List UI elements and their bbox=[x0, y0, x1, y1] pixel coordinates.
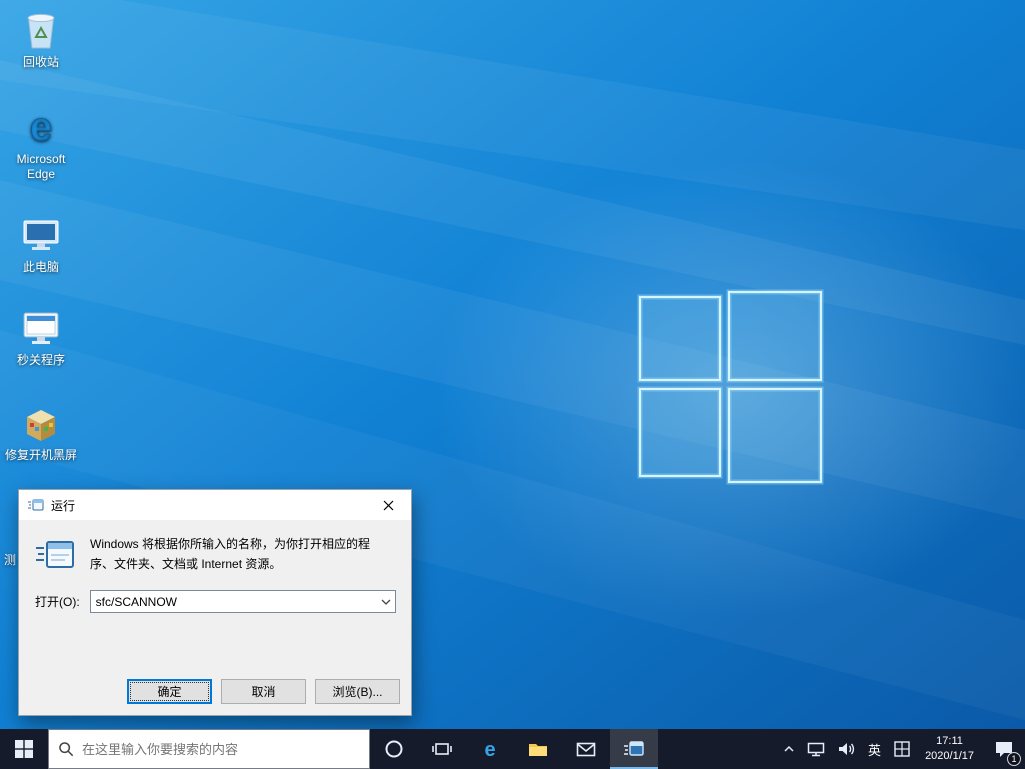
desktop-icon-recycle-bin[interactable]: 回收站 bbox=[2, 8, 80, 70]
cortana-icon bbox=[385, 740, 403, 758]
run-dialog-title: 运行 bbox=[51, 498, 76, 513]
search-input[interactable] bbox=[82, 741, 360, 757]
tray-network[interactable] bbox=[801, 729, 831, 769]
tray-ime[interactable] bbox=[888, 729, 916, 769]
taskbar-item-edge[interactable]: e bbox=[466, 729, 514, 769]
ime-grid-icon bbox=[894, 741, 910, 757]
taskbar-item-file-explorer[interactable] bbox=[514, 729, 562, 769]
close-icon bbox=[383, 500, 394, 510]
recycle-bin-icon bbox=[27, 13, 55, 49]
taskbar-search-box[interactable] bbox=[48, 729, 370, 769]
taskbar: e bbox=[0, 729, 1025, 769]
svg-text:e: e bbox=[30, 105, 52, 149]
run-dialog-titlebar[interactable]: 运行 bbox=[19, 490, 411, 520]
run-icon-large bbox=[36, 541, 74, 568]
run-window-icon bbox=[624, 741, 644, 756]
tray-clock[interactable]: 17:11 2020/1/17 bbox=[916, 729, 983, 769]
speaker-icon bbox=[839, 743, 855, 755]
tray-language-indicator[interactable]: 英 bbox=[861, 729, 888, 769]
close-button[interactable] bbox=[366, 490, 411, 520]
combobox-dropdown-button[interactable] bbox=[377, 591, 395, 612]
windows-start-icon bbox=[15, 740, 33, 758]
cancel-button[interactable]: 取消 bbox=[221, 679, 306, 704]
program-monitor-icon bbox=[23, 312, 59, 344]
desktop-icon-label: Microsoft Edge bbox=[16, 152, 66, 181]
chevron-down-icon bbox=[381, 599, 391, 605]
run-dialog: 运行 Windows 将根据你所输入的名称，为你打开相应的程序、文件夹、文档或 … bbox=[18, 489, 412, 716]
run-icon bbox=[28, 499, 44, 511]
ok-button[interactable]: 确定 bbox=[127, 679, 212, 704]
desktop-icon-label: 修复开机黑屏 bbox=[4, 448, 77, 462]
taskbar-apps: e bbox=[370, 729, 658, 769]
action-center-button[interactable]: 1 bbox=[983, 729, 1025, 769]
svg-text:e: e bbox=[484, 739, 495, 760]
search-icon bbox=[59, 742, 74, 757]
desktop-icon-microsoft-edge[interactable]: e Microsoft Edge bbox=[2, 105, 80, 182]
start-button[interactable] bbox=[0, 729, 48, 769]
desktop-icon-label: 回收站 bbox=[22, 55, 59, 69]
taskbar-item-cortana[interactable] bbox=[370, 729, 418, 769]
chevron-up-icon bbox=[784, 745, 794, 752]
desktop-icon-this-pc[interactable]: 此电脑 bbox=[2, 213, 80, 275]
system-tray: 英 17:11 2020/1/17 1 bbox=[777, 729, 1025, 769]
tray-time: 17:11 bbox=[936, 735, 963, 748]
edge-icon: e bbox=[29, 105, 52, 149]
network-icon bbox=[807, 742, 825, 757]
browse-button[interactable]: 浏览(B)... bbox=[315, 679, 400, 704]
tray-date: 2020/1/17 bbox=[925, 750, 974, 762]
run-command-input[interactable] bbox=[90, 591, 377, 612]
repair-toolbox-icon bbox=[27, 410, 55, 441]
desktop-icon-label-partial[interactable]: 测 bbox=[4, 551, 16, 568]
edge-icon: e bbox=[484, 739, 495, 760]
taskbar-item-mail[interactable] bbox=[562, 729, 610, 769]
this-pc-icon bbox=[23, 220, 59, 250]
desktop-icon-label: 秒关程序 bbox=[16, 353, 65, 367]
taskbar-item-task-view[interactable] bbox=[418, 729, 466, 769]
run-dialog-body: Windows 将根据你所输入的名称，为你打开相应的程序、文件夹、文档或 Int… bbox=[19, 520, 411, 716]
taskbar-empty-area bbox=[658, 729, 777, 769]
desktop-icon-label: 此电脑 bbox=[22, 260, 59, 274]
tray-volume[interactable] bbox=[831, 729, 861, 769]
desktop-icon-repair[interactable]: 修复开机黑屏 bbox=[2, 401, 80, 463]
file-explorer-icon bbox=[529, 744, 547, 756]
mail-icon bbox=[576, 742, 596, 757]
run-command-combobox bbox=[89, 590, 396, 613]
tray-show-hidden-icons[interactable] bbox=[777, 729, 801, 769]
open-label: 打开(O): bbox=[35, 595, 80, 609]
taskbar-item-run-active[interactable] bbox=[610, 729, 658, 769]
desktop-icon-program[interactable]: 秒关程序 bbox=[2, 306, 80, 368]
task-view-icon bbox=[432, 743, 452, 755]
run-dialog-description: Windows 将根据你所输入的名称，为你打开相应的程序、文件夹、文档或 Int… bbox=[90, 537, 371, 571]
notification-badge: 1 bbox=[1007, 752, 1021, 766]
